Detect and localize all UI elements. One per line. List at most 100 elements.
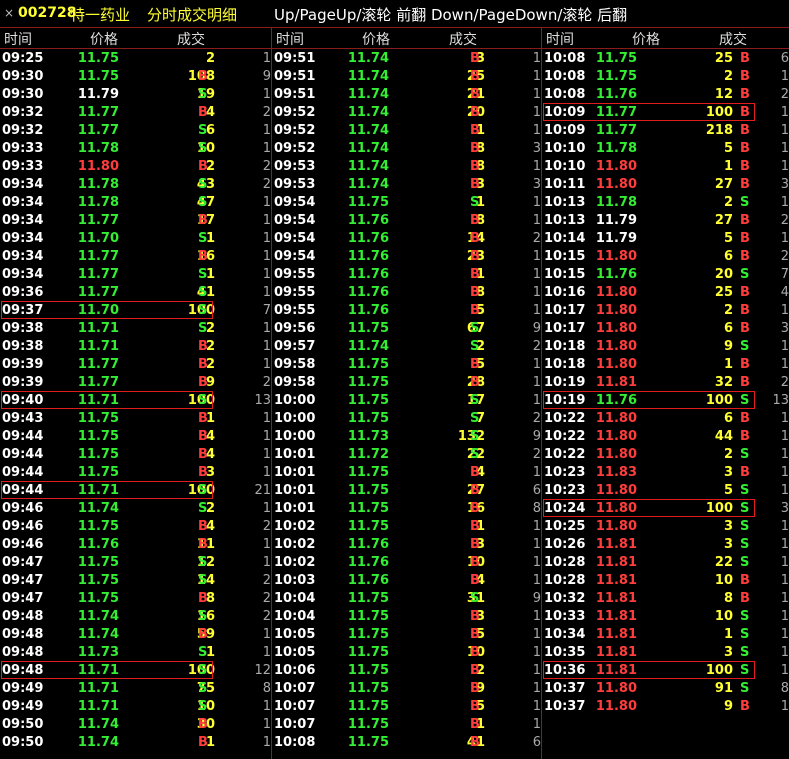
trade-side: S [470,195,480,210]
trade-time: 09:30 [2,69,44,84]
trade-time: 10:22 [544,411,586,426]
column-header: 时间 价格 成交 [0,28,271,49]
trade-time: 09:25 [2,51,44,66]
trade-price: 11.77 [595,123,637,138]
trade-row: 09:58 11.75 5 B 1 [272,356,541,374]
trade-price: 11.81 [595,375,637,390]
trade-time: 10:17 [544,321,586,336]
trade-side: B [470,735,480,750]
trade-row: 09:46 11.76 11 B 1 [0,536,271,554]
trade-time: 09:51 [274,69,316,84]
trade-row: 09:48 11.73 1 S 1 [0,644,271,662]
trade-count: 1 [780,645,789,660]
trade-time: 09:55 [274,267,316,282]
trade-price: 11.80 [595,303,637,318]
trade-side: S [198,321,208,336]
trade-side: B [470,609,480,624]
trade-time: 10:01 [274,447,316,462]
trade-time: 09:58 [274,375,316,390]
trade-price: 11.81 [595,573,637,588]
trade-time: 10:36 [544,663,586,678]
trade-side: B [470,249,480,264]
trade-volume: 22 [714,555,733,570]
trade-side: B [198,537,208,552]
trade-count: 1 [532,285,541,300]
trade-price: 11.80 [77,159,119,174]
trade-time: 10:14 [544,231,586,246]
trade-time: 09:48 [2,663,44,678]
trade-row: 10:28 11.81 22 S 1 [542,554,789,572]
trade-count: 1 [262,411,271,426]
trade-row: 09:49 11.71 10 S 1 [0,698,271,716]
trade-price: 11.76 [347,573,389,588]
trade-count: 1 [780,195,789,210]
trade-time: 09:37 [2,303,44,318]
trade-row: 10:04 11.75 31 S 9 [272,590,541,608]
trade-column-3[interactable]: 时间 价格 成交 10:08 11.75 25 B 6 10:08 11.75 2 B 1 10:0… [541,28,789,759]
trade-count: 1 [532,645,541,660]
trade-row: 09:47 11.75 14 S 2 [0,572,271,590]
trade-row: 09:51 11.74 25 B 1 [272,68,541,86]
trade-count: 1 [780,537,789,552]
trade-side: S [198,285,208,300]
trade-time: 09:34 [2,231,44,246]
trade-volume: 27 [714,177,733,192]
trade-row: 10:10 11.80 1 B 1 [542,158,789,176]
trade-price: 11.75 [77,519,119,534]
trade-row: 10:00 11.75 7 S 2 [272,410,541,428]
trade-time: 09:30 [2,87,44,102]
trade-price: 11.76 [347,213,389,228]
trade-column-2[interactable]: 时间 价格 成交 09:51 11.74 3 B 1 09:51 11.74 25 B 1 09:5… [271,28,541,759]
trade-price: 11.80 [595,159,637,174]
trade-row: 09:34 11.77 16 B 1 [0,248,271,266]
trade-count: 1 [262,645,271,660]
trade-row: 10:11 11.80 27 B 3 [542,176,789,194]
trade-count: 2 [532,339,541,354]
trade-time: 09:50 [2,717,44,732]
close-icon[interactable]: × [4,6,14,20]
trade-row: 09:48 11.74 16 S 2 [0,608,271,626]
trade-row: 09:54 11.76 14 B 2 [272,230,541,248]
trade-time: 09:46 [2,501,44,516]
trade-side: B [198,339,208,354]
trade-row: 10:07 11.75 9 B 1 [272,680,541,698]
trade-time: 09:56 [274,321,316,336]
trade-time: 09:53 [274,177,316,192]
trade-side: S [198,663,208,678]
trade-volume: 218 [705,123,733,138]
trade-price: 11.74 [347,87,389,102]
trade-side: S [198,141,208,156]
trade-count: 2 [262,609,271,624]
trade-price: 11.75 [347,645,389,660]
trade-column-1[interactable]: 时间 价格 成交 09:25 11.75 2 1 09:30 11.75 108 B 9 09:3… [0,28,271,759]
trade-row: 10:07 11.75 1 B 1 [272,716,541,734]
trade-time: 10:07 [274,717,316,732]
trade-row: 10:37 11.80 9 B 1 [542,698,789,716]
trade-price: 11.75 [77,465,119,480]
trade-count: 1 [262,627,271,642]
trade-side: B [470,285,480,300]
trade-side: S [740,681,750,696]
trade-price: 11.71 [77,393,119,408]
trade-price: 11.78 [77,141,119,156]
trade-row: 10:08 11.76 12 B 2 [542,86,789,104]
trade-side: B [470,501,480,516]
header-volume: 成交 [449,32,477,48]
trade-price: 11.74 [77,501,119,516]
trade-row: 09:36 11.77 41 S 1 [0,284,271,302]
trade-side: S [470,339,480,354]
header-price: 价格 [362,32,390,48]
trade-count: 1 [262,87,271,102]
trade-count: 1 [532,663,541,678]
trade-row: 09:44 11.75 4 B 1 [0,446,271,464]
trade-time: 09:33 [2,141,44,156]
trade-side: B [470,573,480,588]
trade-row: 10:18 11.80 9 S 1 [542,338,789,356]
trade-side: B [470,483,480,498]
trade-volume: 2 [723,303,733,318]
trade-count: 1 [532,195,541,210]
trade-count: 1 [262,465,271,480]
trade-count: 8 [532,501,541,516]
trade-count: 2 [780,375,789,390]
trade-side: S [740,447,750,462]
